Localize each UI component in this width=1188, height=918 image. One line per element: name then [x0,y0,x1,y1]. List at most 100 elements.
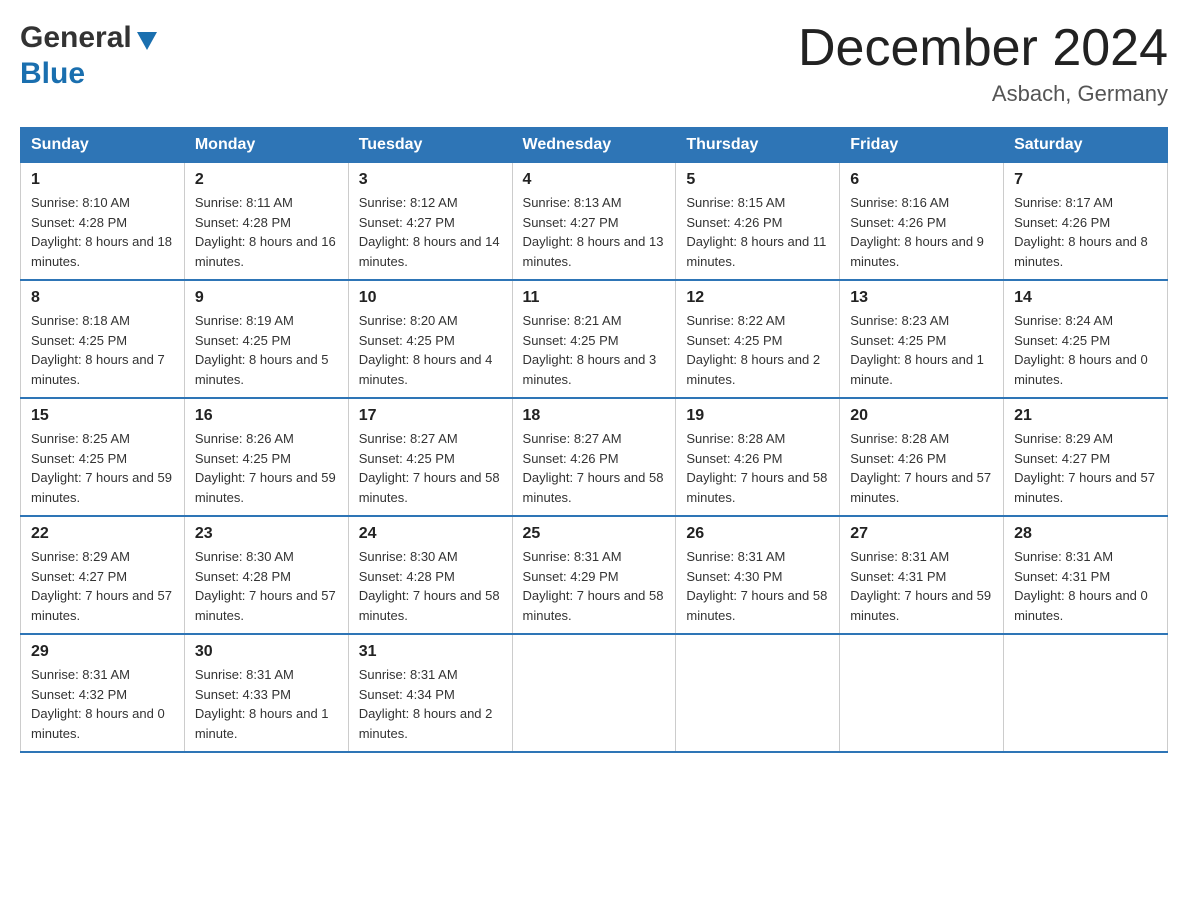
sunset-label: Sunset: 4:25 PM [1014,333,1110,348]
sunrise-label: Sunrise: 8:31 AM [686,549,785,564]
calendar-cell: 21 Sunrise: 8:29 AM Sunset: 4:27 PM Dayl… [1004,398,1168,516]
day-number: 22 [31,525,174,543]
daylight-label: Daylight: 8 hours and 5 minutes. [195,352,329,387]
day-info: Sunrise: 8:31 AM Sunset: 4:33 PM Dayligh… [195,665,338,743]
calendar-cell: 13 Sunrise: 8:23 AM Sunset: 4:25 PM Dayl… [840,280,1004,398]
day-info: Sunrise: 8:12 AM Sunset: 4:27 PM Dayligh… [359,193,502,271]
calendar-cell: 25 Sunrise: 8:31 AM Sunset: 4:29 PM Dayl… [512,516,676,634]
day-number: 21 [1014,407,1157,425]
day-number: 31 [359,643,502,661]
sunrise-label: Sunrise: 8:11 AM [195,195,293,210]
day-info: Sunrise: 8:23 AM Sunset: 4:25 PM Dayligh… [850,311,993,389]
day-info: Sunrise: 8:31 AM Sunset: 4:31 PM Dayligh… [1014,547,1157,625]
daylight-label: Daylight: 8 hours and 14 minutes. [359,234,500,269]
day-info: Sunrise: 8:26 AM Sunset: 4:25 PM Dayligh… [195,429,338,507]
day-number: 17 [359,407,502,425]
sunrise-label: Sunrise: 8:15 AM [686,195,785,210]
daylight-label: Daylight: 8 hours and 11 minutes. [686,234,826,269]
day-number: 29 [31,643,174,661]
day-number: 18 [523,407,666,425]
day-info: Sunrise: 8:31 AM Sunset: 4:31 PM Dayligh… [850,547,993,625]
daylight-label: Daylight: 8 hours and 4 minutes. [359,352,493,387]
calendar-cell [840,634,1004,752]
sunset-label: Sunset: 4:33 PM [195,687,291,702]
day-number: 9 [195,289,338,307]
calendar-cell: 1 Sunrise: 8:10 AM Sunset: 4:28 PM Dayli… [21,163,185,281]
calendar-cell: 27 Sunrise: 8:31 AM Sunset: 4:31 PM Dayl… [840,516,1004,634]
daylight-label: Daylight: 8 hours and 7 minutes. [31,352,165,387]
week-row-5: 29 Sunrise: 8:31 AM Sunset: 4:32 PM Dayl… [21,634,1168,752]
sunset-label: Sunset: 4:25 PM [31,451,127,466]
sunrise-label: Sunrise: 8:30 AM [195,549,294,564]
calendar-title: December 2024 [798,20,1168,77]
title-block: December 2024 Asbach, Germany [798,20,1168,107]
day-number: 28 [1014,525,1157,543]
calendar-subtitle: Asbach, Germany [798,81,1168,107]
sunset-label: Sunset: 4:25 PM [359,451,455,466]
day-info: Sunrise: 8:27 AM Sunset: 4:26 PM Dayligh… [523,429,666,507]
sunset-label: Sunset: 4:26 PM [523,451,619,466]
calendar-cell: 20 Sunrise: 8:28 AM Sunset: 4:26 PM Dayl… [840,398,1004,516]
sunrise-label: Sunrise: 8:31 AM [523,549,622,564]
calendar-cell: 23 Sunrise: 8:30 AM Sunset: 4:28 PM Dayl… [184,516,348,634]
week-row-3: 15 Sunrise: 8:25 AM Sunset: 4:25 PM Dayl… [21,398,1168,516]
day-info: Sunrise: 8:16 AM Sunset: 4:26 PM Dayligh… [850,193,993,271]
day-info: Sunrise: 8:31 AM Sunset: 4:34 PM Dayligh… [359,665,502,743]
daylight-label: Daylight: 8 hours and 0 minutes. [1014,588,1148,623]
day-info: Sunrise: 8:25 AM Sunset: 4:25 PM Dayligh… [31,429,174,507]
day-number: 7 [1014,171,1157,189]
daylight-label: Daylight: 8 hours and 2 minutes. [686,352,820,387]
day-info: Sunrise: 8:29 AM Sunset: 4:27 PM Dayligh… [31,547,174,625]
sunset-label: Sunset: 4:28 PM [195,569,291,584]
sunrise-label: Sunrise: 8:25 AM [31,431,130,446]
sunrise-label: Sunrise: 8:28 AM [686,431,785,446]
sunset-label: Sunset: 4:28 PM [31,215,127,230]
col-wednesday: Wednesday [512,128,676,163]
calendar-cell: 4 Sunrise: 8:13 AM Sunset: 4:27 PM Dayli… [512,163,676,281]
daylight-label: Daylight: 7 hours and 58 minutes. [686,470,827,505]
sunset-label: Sunset: 4:28 PM [195,215,291,230]
daylight-label: Daylight: 8 hours and 9 minutes. [850,234,984,269]
daylight-label: Daylight: 7 hours and 58 minutes. [359,588,500,623]
daylight-label: Daylight: 8 hours and 2 minutes. [359,706,493,741]
day-info: Sunrise: 8:30 AM Sunset: 4:28 PM Dayligh… [359,547,502,625]
daylight-label: Daylight: 8 hours and 1 minute. [195,706,329,741]
daylight-label: Daylight: 8 hours and 8 minutes. [1014,234,1148,269]
daylight-label: Daylight: 8 hours and 16 minutes. [195,234,336,269]
sunrise-label: Sunrise: 8:29 AM [1014,431,1113,446]
day-info: Sunrise: 8:21 AM Sunset: 4:25 PM Dayligh… [523,311,666,389]
day-number: 6 [850,171,993,189]
calendar-cell: 17 Sunrise: 8:27 AM Sunset: 4:25 PM Dayl… [348,398,512,516]
sunrise-label: Sunrise: 8:28 AM [850,431,949,446]
sunset-label: Sunset: 4:25 PM [850,333,946,348]
calendar-cell: 30 Sunrise: 8:31 AM Sunset: 4:33 PM Dayl… [184,634,348,752]
daylight-label: Daylight: 7 hours and 57 minutes. [31,588,172,623]
day-number: 19 [686,407,829,425]
day-number: 11 [523,289,666,307]
day-info: Sunrise: 8:31 AM Sunset: 4:32 PM Dayligh… [31,665,174,743]
daylight-label: Daylight: 7 hours and 58 minutes. [523,470,664,505]
day-info: Sunrise: 8:24 AM Sunset: 4:25 PM Dayligh… [1014,311,1157,389]
calendar-cell: 2 Sunrise: 8:11 AM Sunset: 4:28 PM Dayli… [184,163,348,281]
day-info: Sunrise: 8:20 AM Sunset: 4:25 PM Dayligh… [359,311,502,389]
day-info: Sunrise: 8:19 AM Sunset: 4:25 PM Dayligh… [195,311,338,389]
week-row-4: 22 Sunrise: 8:29 AM Sunset: 4:27 PM Dayl… [21,516,1168,634]
page-header: General Blue December 2024 Asbach, Germa… [20,20,1168,107]
day-number: 27 [850,525,993,543]
day-info: Sunrise: 8:28 AM Sunset: 4:26 PM Dayligh… [850,429,993,507]
calendar-cell: 8 Sunrise: 8:18 AM Sunset: 4:25 PM Dayli… [21,280,185,398]
sunrise-label: Sunrise: 8:31 AM [359,667,458,682]
calendar-cell: 15 Sunrise: 8:25 AM Sunset: 4:25 PM Dayl… [21,398,185,516]
day-number: 12 [686,289,829,307]
day-info: Sunrise: 8:29 AM Sunset: 4:27 PM Dayligh… [1014,429,1157,507]
sunrise-label: Sunrise: 8:24 AM [1014,313,1113,328]
sunrise-label: Sunrise: 8:12 AM [359,195,458,210]
calendar-cell: 14 Sunrise: 8:24 AM Sunset: 4:25 PM Dayl… [1004,280,1168,398]
daylight-label: Daylight: 7 hours and 57 minutes. [850,470,991,505]
daylight-label: Daylight: 7 hours and 58 minutes. [686,588,827,623]
sunset-label: Sunset: 4:27 PM [359,215,455,230]
day-info: Sunrise: 8:28 AM Sunset: 4:26 PM Dayligh… [686,429,829,507]
sunrise-label: Sunrise: 8:31 AM [31,667,130,682]
sunset-label: Sunset: 4:32 PM [31,687,127,702]
sunrise-label: Sunrise: 8:19 AM [195,313,294,328]
